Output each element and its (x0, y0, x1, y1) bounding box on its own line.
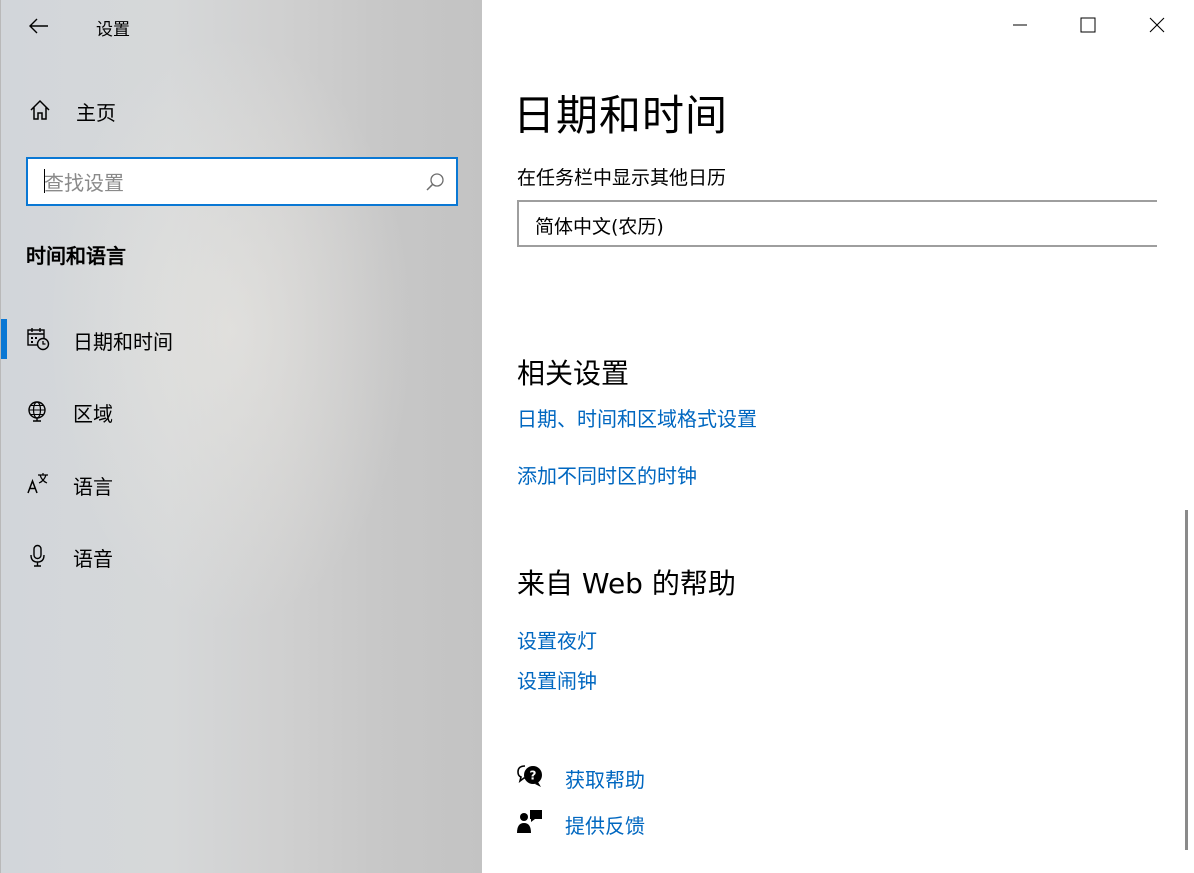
close-icon (1149, 17, 1165, 33)
link-alarm[interactable]: 设置闹钟 (517, 665, 597, 694)
sidebar-item-label: 语言 (73, 475, 113, 499)
sidebar-item-home[interactable]: 主页 (1, 88, 483, 132)
text-caret (44, 169, 45, 193)
svg-text:?: ? (530, 769, 537, 783)
search-input[interactable] (42, 167, 416, 198)
minimize-button[interactable] (986, 0, 1054, 50)
get-help-link[interactable]: 获取帮助 (565, 764, 645, 793)
active-indicator (1, 319, 7, 359)
calendar-dropdown-value: 简体中文(农历) (535, 216, 664, 238)
sidebar-item-region[interactable]: 区域 (1, 387, 483, 435)
back-button[interactable] (23, 10, 55, 42)
get-help-icon[interactable]: ? (516, 762, 544, 790)
sidebar-item-label: 主页 (76, 101, 116, 125)
minimize-icon (1013, 24, 1027, 26)
feedback-icon[interactable] (516, 808, 544, 836)
sidebar-item-label: 语音 (73, 547, 113, 571)
home-icon (30, 99, 50, 120)
search-box[interactable] (26, 157, 458, 206)
link-date-time-region-format[interactable]: 日期、时间和区域格式设置 (517, 403, 757, 432)
related-settings-heading: 相关设置 (517, 357, 630, 390)
back-arrow-icon (29, 18, 48, 34)
window-title: 设置 (96, 20, 130, 40)
language-icon (27, 473, 48, 494)
feedback-link[interactable]: 提供反馈 (565, 810, 645, 839)
link-night-light[interactable]: 设置夜灯 (517, 625, 597, 654)
sidebar-item-language[interactable]: 语言 (1, 460, 483, 508)
page-title: 日期和时间 (513, 91, 729, 140)
search-icon[interactable] (424, 171, 446, 193)
maximize-button[interactable] (1054, 0, 1122, 50)
web-help-heading: 来自 Web 的帮助 (517, 567, 736, 600)
scrollbar[interactable] (1185, 510, 1188, 850)
globe-icon (28, 401, 46, 422)
calendar-dropdown[interactable]: 简体中文(农历) (517, 200, 1157, 247)
sidebar-item-label: 日期和时间 (73, 330, 173, 354)
sidebar-section-heading: 时间和语言 (26, 244, 126, 268)
sidebar-item-date-time[interactable]: 日期和时间 (1, 315, 483, 363)
calendar-clock-icon (27, 328, 50, 351)
close-button[interactable] (1123, 0, 1191, 50)
link-add-clocks[interactable]: 添加不同时区的时钟 (517, 460, 697, 489)
maximize-icon (1080, 17, 1096, 33)
calendar-label: 在任务栏中显示其他日历 (517, 167, 727, 189)
sidebar-item-speech[interactable]: 语音 (1, 532, 483, 580)
sidebar-item-label: 区域 (73, 402, 113, 426)
sidebar: 设置 主页 时间和语言 日期和时间 (0, 0, 482, 873)
microphone-icon (30, 544, 45, 567)
